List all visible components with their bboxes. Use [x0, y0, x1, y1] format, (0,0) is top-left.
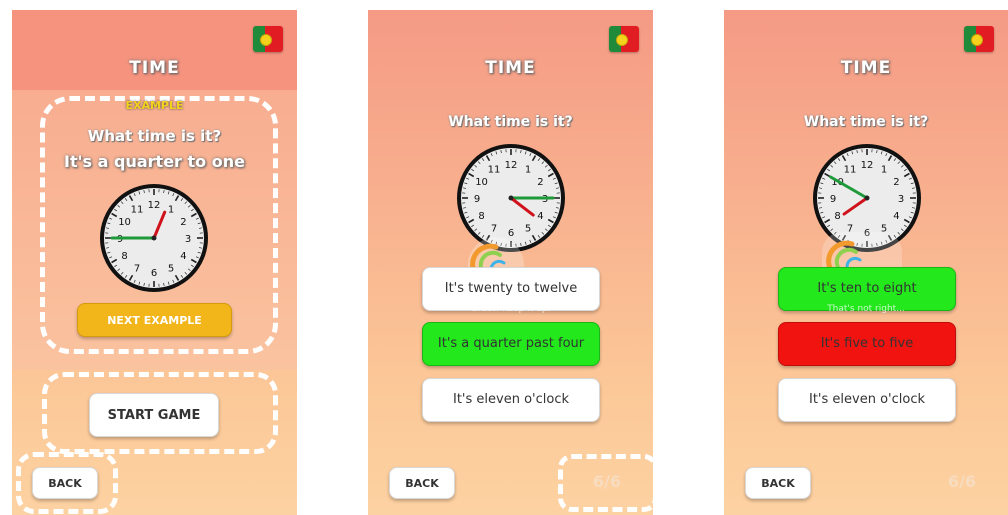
question-text: What time is it? — [87, 127, 222, 145]
portugal-flag-icon[interactable] — [964, 26, 994, 52]
back-button[interactable]: BACK — [389, 467, 455, 499]
clock-numeral: 8 — [478, 211, 484, 222]
portugal-flag-icon[interactable] — [609, 26, 639, 52]
back-button[interactable]: BACK — [745, 467, 811, 499]
clock-numeral: 1 — [525, 165, 531, 176]
clock-numeral: 2 — [537, 177, 543, 188]
clock-icon: 123456789101112 — [100, 184, 208, 292]
clock-numeral: 2 — [180, 217, 186, 228]
answer-option-3[interactable]: It's eleven o'clock — [422, 378, 600, 422]
clock-numeral: 4 — [893, 211, 899, 222]
quiz-screen-wrong: TIME What time is it? 123456789101112 It… — [724, 10, 1008, 515]
question-text: What time is it? — [448, 114, 573, 130]
feedback-text: That's not right... — [827, 304, 905, 314]
clock-numeral: 11 — [488, 165, 501, 176]
clock-numeral: 3 — [185, 234, 191, 245]
clock-numeral: 12 — [148, 200, 161, 211]
clock-numeral: 9 — [830, 194, 836, 205]
page-title: TIME — [840, 58, 892, 78]
answer-option-3[interactable]: It's eleven o'clock — [778, 378, 956, 422]
example-label: EXAMPLE — [125, 99, 184, 112]
back-button[interactable]: BACK — [32, 467, 98, 499]
clock-numeral: 1 — [881, 165, 887, 176]
question-counter: 6/6 — [592, 472, 621, 491]
clock-numeral: 8 — [834, 211, 840, 222]
page-title: TIME — [485, 58, 536, 78]
quiz-screen-correct: TIME What time is it? 123456789101112 It… — [368, 10, 653, 515]
example-answer-text: It's a quarter to one — [64, 152, 245, 171]
clock-numeral: 12 — [861, 160, 874, 171]
clock-numeral: 10 — [118, 217, 131, 228]
clock-numeral: 9 — [474, 194, 480, 205]
clock-numeral: 5 — [525, 223, 531, 234]
clock-numeral: 5 — [168, 263, 174, 274]
portugal-flag-icon[interactable] — [253, 26, 283, 52]
clock-numeral: 3 — [898, 194, 904, 205]
start-game-button[interactable]: START GAME — [89, 393, 219, 437]
example-screen: TIME EXAMPLE What time is it? It's a qua… — [12, 10, 297, 515]
clock-numeral: 7 — [491, 223, 497, 234]
clock-numeral: 6 — [151, 268, 157, 279]
feedback-text: Great! Keep it up. — [470, 304, 551, 314]
page-title: TIME — [129, 58, 180, 78]
clock-numeral: 10 — [475, 177, 488, 188]
clock-numeral: 7 — [134, 263, 140, 274]
clock-numeral: 4 — [537, 211, 543, 222]
answer-option-2[interactable]: It's five to five — [778, 322, 956, 366]
clock-numeral: 8 — [121, 251, 127, 262]
clock-numeral: 1 — [168, 205, 174, 216]
answer-option-2[interactable]: It's a quarter past four — [422, 322, 600, 366]
clock-numeral: 12 — [505, 160, 518, 171]
clock-numeral: 11 — [131, 205, 144, 216]
question-counter: 6/6 — [947, 472, 976, 491]
question-text: What time is it? — [803, 114, 929, 130]
clock-numeral: 11 — [844, 165, 857, 176]
clock-numeral: 2 — [893, 177, 899, 188]
next-example-button[interactable]: NEXT EXAMPLE — [77, 303, 232, 337]
clock-numeral: 4 — [180, 251, 186, 262]
